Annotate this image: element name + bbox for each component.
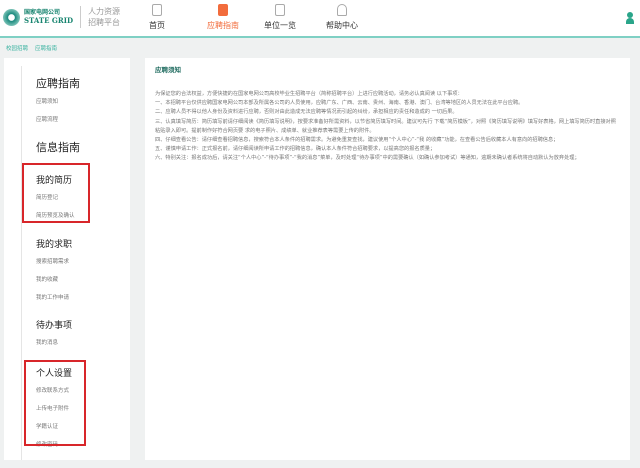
subtitle-line-2: 招聘平台 — [88, 18, 121, 27]
sidebar-item[interactable]: 应聘须知 — [36, 97, 80, 105]
sidebar-item[interactable]: 应聘流程 — [36, 115, 80, 123]
page-title: 应聘须知 — [155, 66, 181, 74]
section-title: 应聘指南 — [36, 77, 80, 90]
nav-label: 应聘指南 — [207, 21, 239, 30]
notice-paragraph: 三、认真填写简历：简历填写前请仔细阅读《简历填写说明》，按要求准备好所需资料，以… — [155, 118, 616, 134]
breadcrumb-item[interactable]: 校园招聘 — [6, 46, 28, 52]
sidebar-item[interactable]: 我的收藏 — [36, 275, 72, 283]
nav-label: 帮助中心 — [326, 21, 358, 30]
highlight-box-resume — [22, 163, 90, 223]
nav-label: 单位一览 — [264, 21, 296, 30]
breadcrumb-item[interactable]: 应聘指南 — [35, 46, 57, 52]
section-title: 待办事项 — [36, 321, 73, 331]
sidebar: 应聘指南 应聘须知 应聘流程 信息指南 我的简历 简历登记 简历预览及确认 我的… — [4, 58, 130, 460]
notice-paragraph: 四、仔细查看公告：请仔细查看招聘信息，搜索符合本人条件的招聘需求。为避免重复查找… — [155, 137, 559, 144]
nav-units[interactable]: 单位一览 — [256, 4, 304, 31]
section-jobs: 我的求职 搜索招聘需求 我的收藏 我的工作申请 — [36, 237, 72, 311]
document-icon — [275, 4, 285, 16]
state-grid-emblem-icon — [3, 8, 20, 26]
section-title: 我的求职 — [36, 240, 73, 250]
main-content: 应聘须知 为保证您的合法权益，方便快捷的在国家电网公司高校毕业生招聘平台（简称招… — [145, 58, 630, 460]
subtitle-line-1: 人力资源 — [88, 7, 121, 16]
section-info: 信息指南 — [36, 139, 80, 161]
highlight-box-settings — [24, 360, 86, 446]
nav-guide[interactable]: 应聘指南 — [199, 4, 247, 31]
user-icon[interactable] — [626, 12, 634, 24]
nav-home[interactable]: 首页 — [133, 4, 181, 31]
book-icon — [218, 4, 228, 16]
notice-paragraph: 为保证您的合法权益，方便快捷的在国家电网公司高校毕业生招聘平台（简称招聘平台）上… — [155, 91, 463, 97]
nav-help[interactable]: 帮助中心 — [318, 4, 366, 31]
headset-icon — [337, 4, 347, 16]
breadcrumb: 校园招聘 应聘指南 — [6, 44, 64, 52]
notice-paragraph: 二、应聘人员不得以他人身份及资料进行应聘，否则对由此造成无法应聘等情况而引起的纠… — [155, 109, 458, 116]
notice-paragraph: 六、特别关注：报名成功后，请关注“个人中心”-“待办事项”-“我的消息”菜单，及… — [155, 155, 580, 162]
state-grid-logo[interactable]: 国家电网公司 STATE GRID 人力资源 招聘平台 — [3, 6, 120, 28]
section-todo: 待办事项 我的消息 — [36, 318, 72, 356]
sidebar-rail — [21, 66, 22, 460]
sidebar-item[interactable]: 搜索招聘需求 — [36, 257, 72, 265]
section-guide: 应聘指南 应聘须知 应聘流程 — [36, 75, 80, 133]
logo-divider — [80, 6, 82, 28]
notice-paragraph: 五、谨慎申请工作：正式报名前，请仔细阅读所申请工作的招聘信息，确认本人条件符合招… — [155, 146, 436, 153]
sidebar-item[interactable]: 我的消息 — [36, 338, 72, 346]
notice-paragraph: 一、本招聘平台仅供应聘国家电网公司本部及所属各公司的人员使用，应聘广东、广西、云… — [155, 100, 524, 107]
top-header: 国家电网公司 STATE GRID 人力资源 招聘平台 首页 应聘指南 单位一览 帮… — [0, 0, 640, 38]
home-icon — [152, 4, 162, 16]
logo-en: STATE GRID — [24, 16, 74, 25]
section-title[interactable]: 信息指南 — [36, 139, 80, 155]
sidebar-item[interactable]: 我的工作申请 — [36, 293, 72, 301]
nav-label: 首页 — [149, 21, 165, 30]
